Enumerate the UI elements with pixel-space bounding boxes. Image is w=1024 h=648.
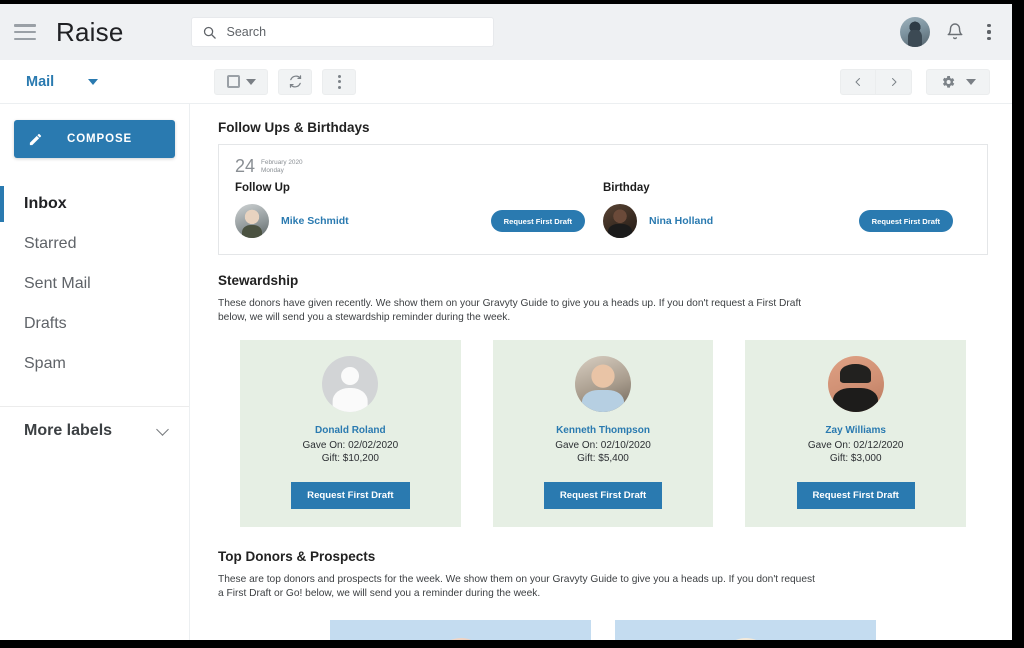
mail-dropdown-label: Mail [26, 74, 54, 90]
app-window: Raise Mail [0, 4, 1012, 640]
sidebar: COMPOSE Inbox Starred Sent Mail Drafts S… [0, 104, 190, 640]
sidebar-item-drafts[interactable]: Drafts [0, 304, 189, 344]
request-first-draft-button[interactable]: Request First Draft [491, 210, 585, 232]
donor-meta: Gave On: 02/10/2020 Gift: $5,400 [555, 439, 651, 466]
kenneth-thompson-avatar [575, 356, 631, 412]
toolbar-right-actions [840, 60, 990, 104]
more-labels-toggle[interactable]: More labels [0, 407, 189, 455]
previous-page-button[interactable] [840, 69, 876, 95]
cristina-michaels-avatar [434, 638, 488, 640]
sidebar-item-label: Drafts [24, 315, 67, 333]
pencil-icon [28, 132, 43, 147]
oliver-sampson-avatar [719, 638, 773, 640]
follow-ups-columns: Follow Up Mike Schmidt Request First Dra… [235, 178, 971, 238]
date-month-year: February 2020 [261, 159, 303, 166]
generic-person-avatar [322, 356, 378, 412]
hamburger-icon[interactable] [14, 24, 36, 40]
toolbar-overflow-menu[interactable] [322, 69, 356, 95]
follow-up-person-row: Mike Schmidt Request First Draft [235, 204, 603, 238]
sidebar-item-sent-mail[interactable]: Sent Mail [0, 264, 189, 304]
request-first-draft-button[interactable]: Request First Draft [797, 482, 915, 509]
app-brand-title: Raise [56, 17, 123, 48]
app-body: COMPOSE Inbox Starred Sent Mail Drafts S… [0, 104, 1012, 640]
checkbox-icon [227, 75, 240, 88]
follow-up-person-name[interactable]: Mike Schmidt [281, 215, 349, 227]
donor-gift: Gift: $10,200 [322, 453, 379, 464]
search-bar[interactable] [191, 17, 494, 47]
compose-button-label: COMPOSE [67, 133, 132, 145]
prospect-card: Cristina Michaels [330, 620, 591, 640]
sidebar-item-label: Sent Mail [24, 275, 91, 293]
donor-gave-on: Gave On: 02/12/2020 [808, 440, 904, 451]
nina-holland-avatar [603, 204, 637, 238]
more-labels-label: More labels [24, 422, 112, 440]
sidebar-item-label: Inbox [24, 195, 67, 213]
donor-name[interactable]: Kenneth Thompson [556, 425, 650, 436]
birthday-person-name[interactable]: Nina Holland [649, 215, 713, 227]
prospect-card: Oliver Sampson [615, 620, 876, 640]
compose-button[interactable]: COMPOSE [14, 120, 175, 158]
follow-ups-card: 24 February 2020 Monday Follow Up Mike S… [218, 144, 988, 255]
date-weekday: Monday [261, 167, 284, 174]
stewardship-card: Kenneth Thompson Gave On: 02/10/2020 Gif… [493, 340, 714, 527]
mail-toolbar: Mail [0, 60, 1012, 104]
top-donors-section-title: Top Donors & Prospects [218, 549, 988, 564]
select-all-dropdown[interactable] [214, 69, 268, 95]
main-content: Follow Ups & Birthdays 24 February 2020 … [190, 104, 1012, 640]
donor-meta: Gave On: 02/12/2020 Gift: $3,000 [808, 439, 904, 466]
stewardship-cards: Donald Roland Gave On: 02/02/2020 Gift: … [218, 334, 988, 527]
birthday-heading: Birthday [603, 182, 971, 194]
mail-dropdown[interactable]: Mail [0, 74, 190, 90]
app-header: Raise [0, 4, 1012, 60]
follow-ups-section-title: Follow Ups & Birthdays [218, 120, 988, 135]
chevron-down-icon [246, 79, 256, 85]
toolbar-left-actions [214, 69, 356, 95]
birthday-column: Birthday Nina Holland Request First Draf… [603, 178, 971, 238]
user-avatar[interactable] [900, 17, 930, 47]
zay-williams-avatar [828, 356, 884, 412]
stewardship-card: Zay Williams Gave On: 02/12/2020 Gift: $… [745, 340, 966, 527]
donor-gave-on: Gave On: 02/02/2020 [303, 440, 399, 451]
request-first-draft-button[interactable]: Request First Draft [291, 482, 409, 509]
top-donors-description: These are top donors and prospects for t… [218, 573, 818, 602]
donor-name[interactable]: Zay Williams [825, 425, 886, 436]
chevron-down-icon [156, 423, 169, 436]
stewardship-card: Donald Roland Gave On: 02/02/2020 Gift: … [240, 340, 461, 527]
header-actions [900, 4, 998, 60]
sidebar-item-inbox[interactable]: Inbox [0, 184, 189, 224]
donor-gift: Gift: $3,000 [830, 453, 882, 464]
next-page-button[interactable] [876, 69, 912, 95]
date-month-weekday: February 2020 Monday [261, 157, 303, 175]
sidebar-item-starred[interactable]: Starred [0, 224, 189, 264]
header-overflow-menu-icon[interactable] [980, 22, 998, 42]
refresh-button[interactable] [278, 69, 312, 95]
follow-up-heading: Follow Up [235, 182, 603, 194]
chevron-down-icon [88, 79, 98, 85]
sidebar-item-label: Spam [24, 355, 66, 373]
donor-name[interactable]: Donald Roland [315, 425, 386, 436]
donor-meta: Gave On: 02/02/2020 Gift: $10,200 [303, 439, 399, 466]
chevron-down-icon [966, 79, 976, 85]
date-day: 24 [235, 157, 255, 175]
search-icon [202, 25, 217, 40]
follow-up-column: Follow Up Mike Schmidt Request First Dra… [235, 178, 603, 238]
donor-gave-on: Gave On: 02/10/2020 [555, 440, 651, 451]
sidebar-nav: Inbox Starred Sent Mail Drafts Spam [0, 184, 189, 384]
sidebar-item-label: Starred [24, 235, 76, 253]
follow-ups-date: 24 February 2020 Monday [235, 157, 971, 175]
request-first-draft-button[interactable]: Request First Draft [544, 482, 662, 509]
top-donors-cards: Cristina Michaels Oliver Sampson [218, 610, 988, 640]
birthday-person-row: Nina Holland Request First Draft [603, 204, 971, 238]
gear-icon [940, 74, 956, 90]
request-first-draft-button[interactable]: Request First Draft [859, 210, 953, 232]
notification-bell-icon[interactable] [946, 22, 964, 42]
settings-dropdown[interactable] [926, 69, 990, 95]
search-input[interactable] [226, 25, 483, 39]
pagination-controls [840, 69, 912, 95]
donor-gift: Gift: $5,400 [577, 453, 629, 464]
stewardship-description: These donors have given recently. We sho… [218, 297, 818, 326]
mike-schmidt-avatar [235, 204, 269, 238]
stewardship-section-title: Stewardship [218, 273, 988, 288]
sidebar-item-spam[interactable]: Spam [0, 344, 189, 384]
